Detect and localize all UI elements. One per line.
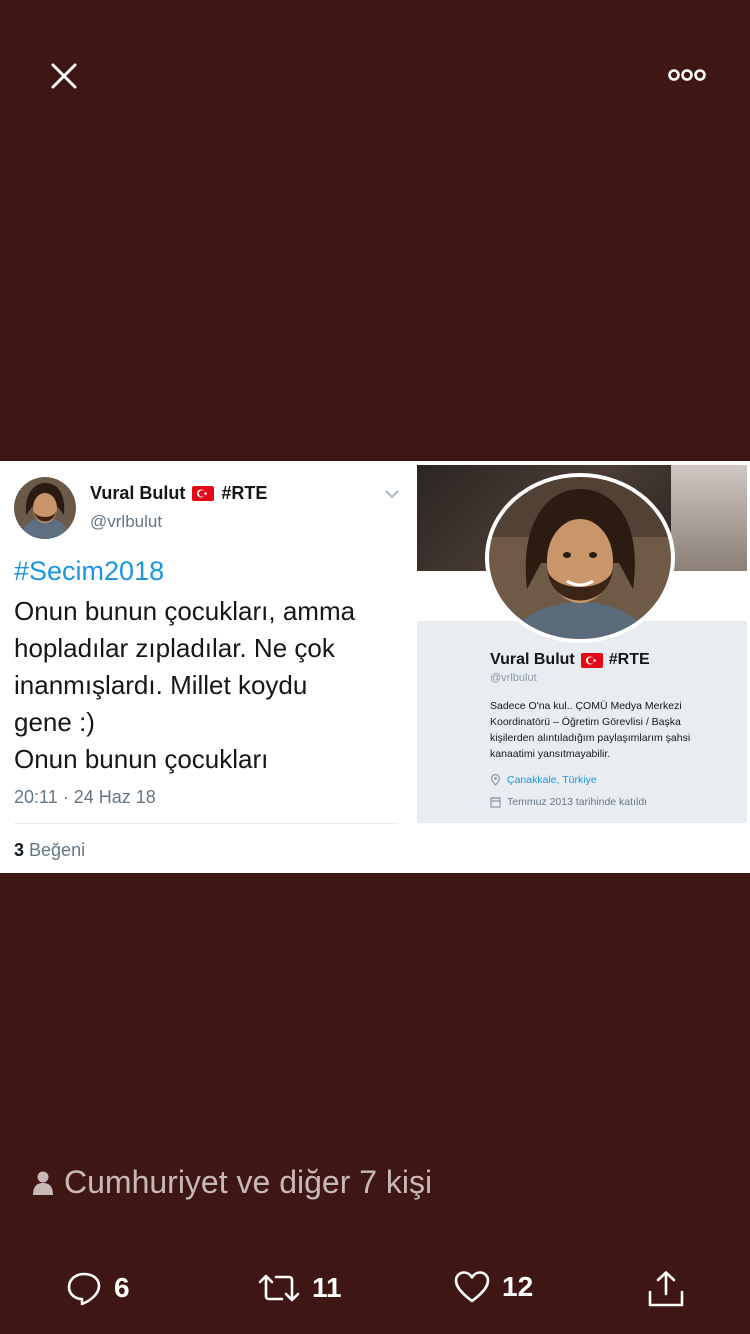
person-icon [33, 1171, 53, 1195]
tweet-author-name: Vural Bulut #RTE [90, 483, 267, 504]
profile-bio: Sadece O'na kul.. ÇOMÜ Medya Merkezi Koo… [490, 698, 725, 762]
avatar [14, 477, 76, 539]
profile-join-date: Temmuz 2013 tarihinde katıldı [490, 796, 647, 808]
reply-count: 6 [114, 1272, 130, 1303]
author-name-tag: #RTE [221, 483, 268, 503]
tweet-text-line: gene :) [14, 707, 95, 737]
tweet-text-line: Onun bunun çocukları [14, 744, 269, 774]
profile-banner-person [671, 465, 747, 571]
profile-name-tag: #RTE [608, 651, 650, 668]
likes-summary: 3 Beğeni [14, 840, 85, 861]
social-context-text: Cumhuriyet ve diğer 7 kişi [64, 1164, 433, 1200]
profile-name-line: Vural Bulut #RTE [490, 651, 650, 669]
close-icon [51, 63, 77, 89]
tweet-text-line: Onun bunun çocukları, amma [14, 596, 356, 626]
tweet-hashtag: #Secim2018 [14, 556, 165, 586]
tweet-text: Onun bunun çocukları, amma hopladılar zı… [14, 593, 404, 778]
divider [14, 823, 398, 824]
reply-icon [67, 1272, 101, 1306]
profile-join-text: Temmuz 2013 tarihinde katıldı [507, 796, 648, 808]
likes-label: Beğeni [29, 840, 86, 860]
profile-avatar [485, 473, 675, 643]
profile-location-text: Çanakkale, Türkiye [507, 774, 597, 786]
retweet-button[interactable]: 11 [258, 1270, 342, 1306]
likes-count: 3 [14, 840, 25, 860]
retweet-count: 11 [312, 1272, 342, 1303]
bio-line: kanaatimi yansıtmayabilir. [490, 748, 611, 760]
profile-location: Çanakkale, Türkiye [490, 774, 597, 786]
tweet-text-line: hopladılar zıpladılar. Ne çok [14, 633, 335, 663]
bio-line: Sadece O'na kul.. ÇOMÜ Medya Merkezi [490, 700, 682, 712]
like-count: 12 [502, 1271, 534, 1302]
share-icon [648, 1271, 684, 1307]
heart-icon [454, 1271, 490, 1303]
turkey-flag-icon [192, 486, 215, 501]
calendar-icon [490, 797, 501, 808]
reply-button[interactable]: 6 [66, 1270, 130, 1306]
embedded-tweet-card: Vural Bulut #RTE @vrlbulut #Secim2018 On… [0, 461, 412, 873]
social-context[interactable]: Cumhuriyet ve diğer 7 kişi [32, 1164, 432, 1201]
tweet-text-line: inanmışlardı. Millet koydu [14, 670, 308, 700]
profile-handle: @vrlbulut [490, 672, 537, 684]
like-button[interactable]: 12 [454, 1270, 533, 1304]
embedded-profile-card: Vural Bulut #RTE @vrlbulut Sadece O'na k… [417, 465, 747, 823]
close-button[interactable] [40, 52, 88, 100]
profile-name: Vural Bulut [490, 651, 575, 668]
location-pin-icon [490, 774, 501, 786]
retweet-icon [258, 1274, 300, 1302]
tweet-timestamp: 20:11 · 24 Haz 18 [14, 787, 156, 807]
tweet-image[interactable]: Vural Bulut #RTE @vrlbulut #Secim2018 On… [0, 461, 750, 873]
author-name: Vural Bulut [90, 483, 186, 503]
bio-line: kişilerden alıntıladığım paylaşımlarım ş… [490, 732, 691, 744]
turkey-flag-icon [580, 652, 603, 668]
author-handle: @vrlbulut [90, 512, 163, 531]
bio-line: Koordinatörü – Öğretim Görevlisi / Başka [490, 716, 681, 728]
share-button[interactable] [646, 1270, 686, 1308]
more-options-button[interactable] [660, 60, 714, 90]
more-icon [668, 69, 706, 81]
chevron-down-icon [384, 487, 400, 505]
